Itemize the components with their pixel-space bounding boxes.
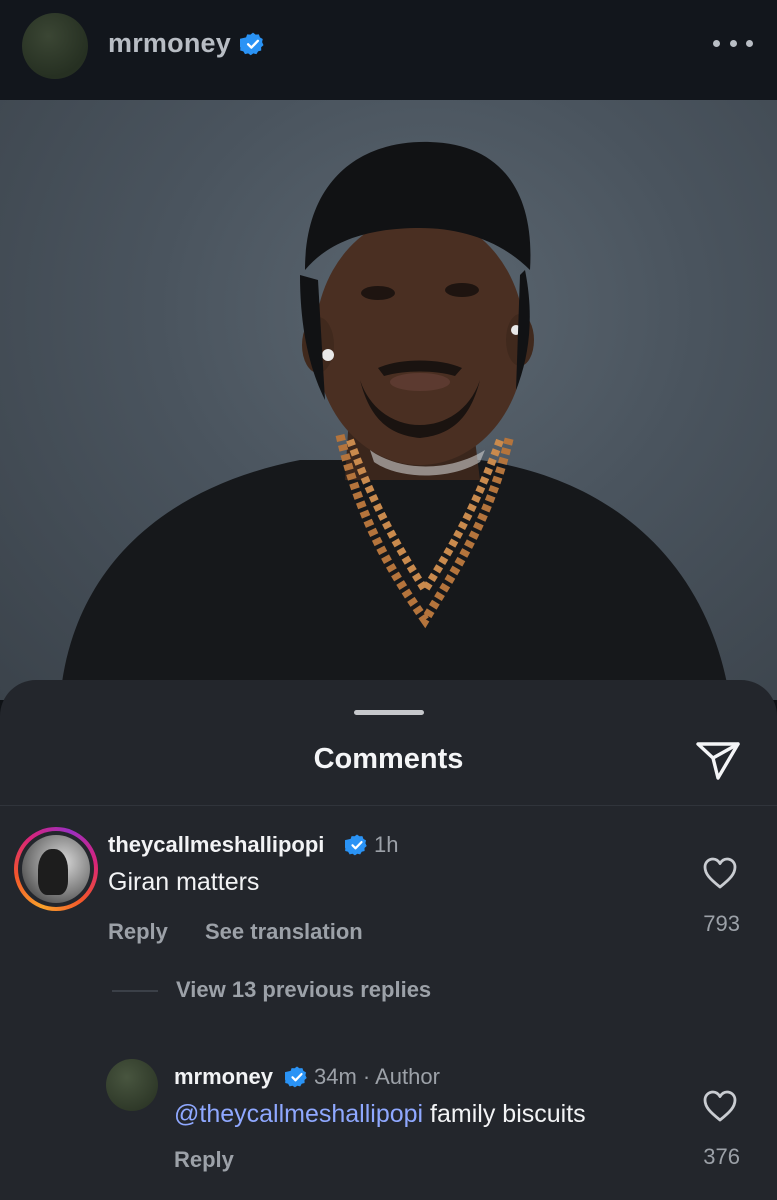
sheet-grabber[interactable] bbox=[354, 710, 424, 715]
reply-text: @theycallmeshallipopi family biscuits bbox=[174, 1100, 586, 1129]
reply-meta: 34m · Author bbox=[314, 1064, 440, 1089]
author-avatar[interactable] bbox=[22, 13, 88, 79]
mention-link[interactable]: @theycallmeshallipopi bbox=[174, 1100, 423, 1128]
more-horizontal-icon[interactable] bbox=[713, 30, 753, 56]
send-icon[interactable] bbox=[694, 738, 742, 782]
comments-sheet: Comments theycallmeshallipopi 1h Giran m… bbox=[0, 680, 777, 1200]
comment-timestamp: 1h bbox=[374, 832, 399, 857]
portrait-illustration bbox=[60, 141, 730, 700]
like-count: 376 bbox=[703, 1144, 740, 1169]
more-dot bbox=[729, 39, 737, 47]
reply-username[interactable]: mrmoney bbox=[174, 1064, 273, 1090]
more-dot bbox=[713, 39, 720, 47]
like-count: 793 bbox=[703, 911, 740, 936]
verified-badge-icon bbox=[240, 32, 264, 56]
reply-body: family biscuits bbox=[423, 1100, 586, 1128]
reply-author-avatar[interactable] bbox=[106, 1059, 158, 1111]
post-photo[interactable] bbox=[0, 100, 777, 700]
reply-button[interactable]: Reply bbox=[108, 919, 168, 945]
author-username[interactable]: mrmoney bbox=[108, 28, 231, 59]
post-header: mrmoney bbox=[0, 0, 777, 100]
thread-line bbox=[112, 990, 158, 992]
comment-username[interactable]: theycallmeshallipopi bbox=[108, 832, 324, 858]
verified-badge-icon bbox=[345, 834, 367, 856]
comments-title: Comments bbox=[313, 743, 464, 775]
verified-badge-icon bbox=[285, 1066, 307, 1088]
heart-icon[interactable] bbox=[702, 1089, 738, 1123]
view-previous-replies-button[interactable]: View 13 previous replies bbox=[176, 977, 431, 1003]
heart-icon[interactable] bbox=[702, 856, 738, 890]
more-dot bbox=[746, 39, 753, 47]
see-translation-button[interactable]: See translation bbox=[205, 919, 363, 945]
sheet-divider bbox=[0, 805, 777, 806]
reply-button[interactable]: Reply bbox=[174, 1147, 234, 1173]
commenter-avatar[interactable] bbox=[14, 827, 98, 911]
commenter-avatar-photo bbox=[22, 835, 90, 903]
comment-text: Giran matters bbox=[108, 868, 260, 896]
avatar-story-ring bbox=[18, 831, 94, 907]
